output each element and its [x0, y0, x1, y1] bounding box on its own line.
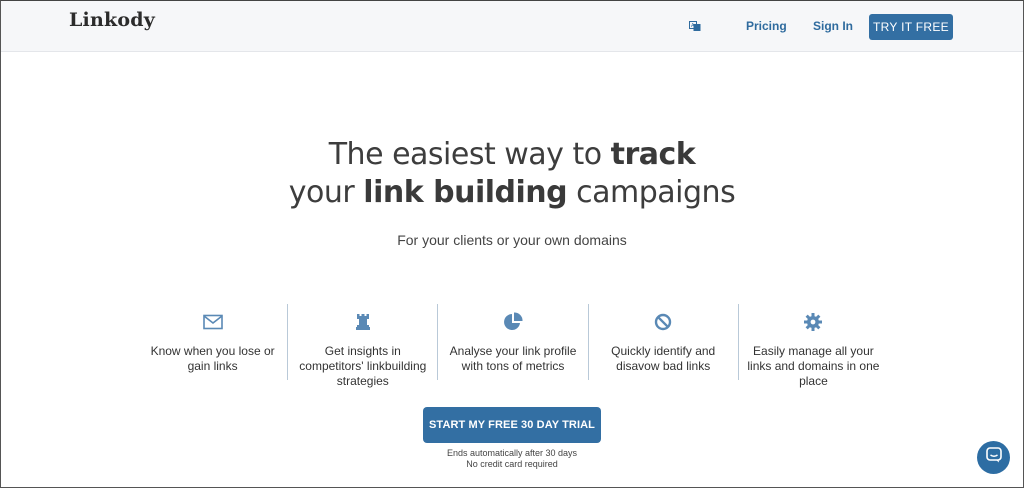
site-header: Linkody A Pricing Sign In TRY IT FREE	[1, 1, 1023, 52]
headline-line1-regular: The easiest way to	[328, 137, 611, 172]
feature-text: Get insights in competitors' linkbuildin…	[299, 344, 427, 388]
envelope-icon	[138, 312, 287, 332]
headline-line2-regular-a: your	[288, 175, 364, 210]
translate-icon[interactable]: A	[689, 19, 701, 31]
feature-item: Easily manage all your links and domains…	[737, 304, 888, 388]
trial-note-ends: Ends automatically after 30 days	[446, 448, 578, 458]
feature-item: Get insights in competitors' linkbuildin…	[287, 304, 437, 388]
gear-icon	[739, 312, 888, 332]
pie-chart-icon	[438, 312, 587, 332]
trial-note-no-card: No credit card required	[466, 459, 558, 469]
hero-headline: The easiest way to track your link build…	[1, 136, 1023, 212]
hero-subtitle: For your clients or your own domains	[397, 232, 627, 248]
headline-line1-bold: track	[610, 137, 696, 172]
nav-pricing[interactable]: Pricing	[746, 19, 787, 33]
try-it-free-button[interactable]: TRY IT FREE	[869, 14, 953, 40]
feature-text: Know when you lose or gain links	[150, 344, 275, 373]
feature-item: Quickly identify and disavow bad links	[587, 304, 738, 380]
nav-sign-in[interactable]: Sign In	[813, 19, 853, 33]
rook-icon	[288, 312, 437, 332]
feature-list: Know when you lose or gain links Get ins…	[138, 304, 888, 388]
logo[interactable]: Linkody	[69, 9, 155, 31]
feature-item: Know when you lose or gain links	[138, 304, 287, 380]
headline-line2-regular-b: campaigns	[567, 175, 736, 210]
start-trial-button[interactable]: START MY FREE 30 DAY TRIAL	[423, 407, 601, 443]
headline-line2-bold: link building	[363, 175, 568, 210]
feature-item: Analyse your link profile with tons of m…	[437, 304, 587, 380]
svg-text:A: A	[691, 23, 695, 29]
feature-text: Analyse your link profile with tons of m…	[449, 344, 577, 373]
browser-viewport: Linkody A Pricing Sign In TRY IT FREE Th…	[0, 0, 1024, 488]
feature-text: Easily manage all your links and domains…	[747, 344, 880, 388]
feature-text: Quickly identify and disavow bad links	[611, 344, 716, 373]
ban-icon	[589, 312, 738, 332]
chat-button[interactable]	[977, 441, 1010, 474]
chat-icon	[985, 447, 1002, 468]
